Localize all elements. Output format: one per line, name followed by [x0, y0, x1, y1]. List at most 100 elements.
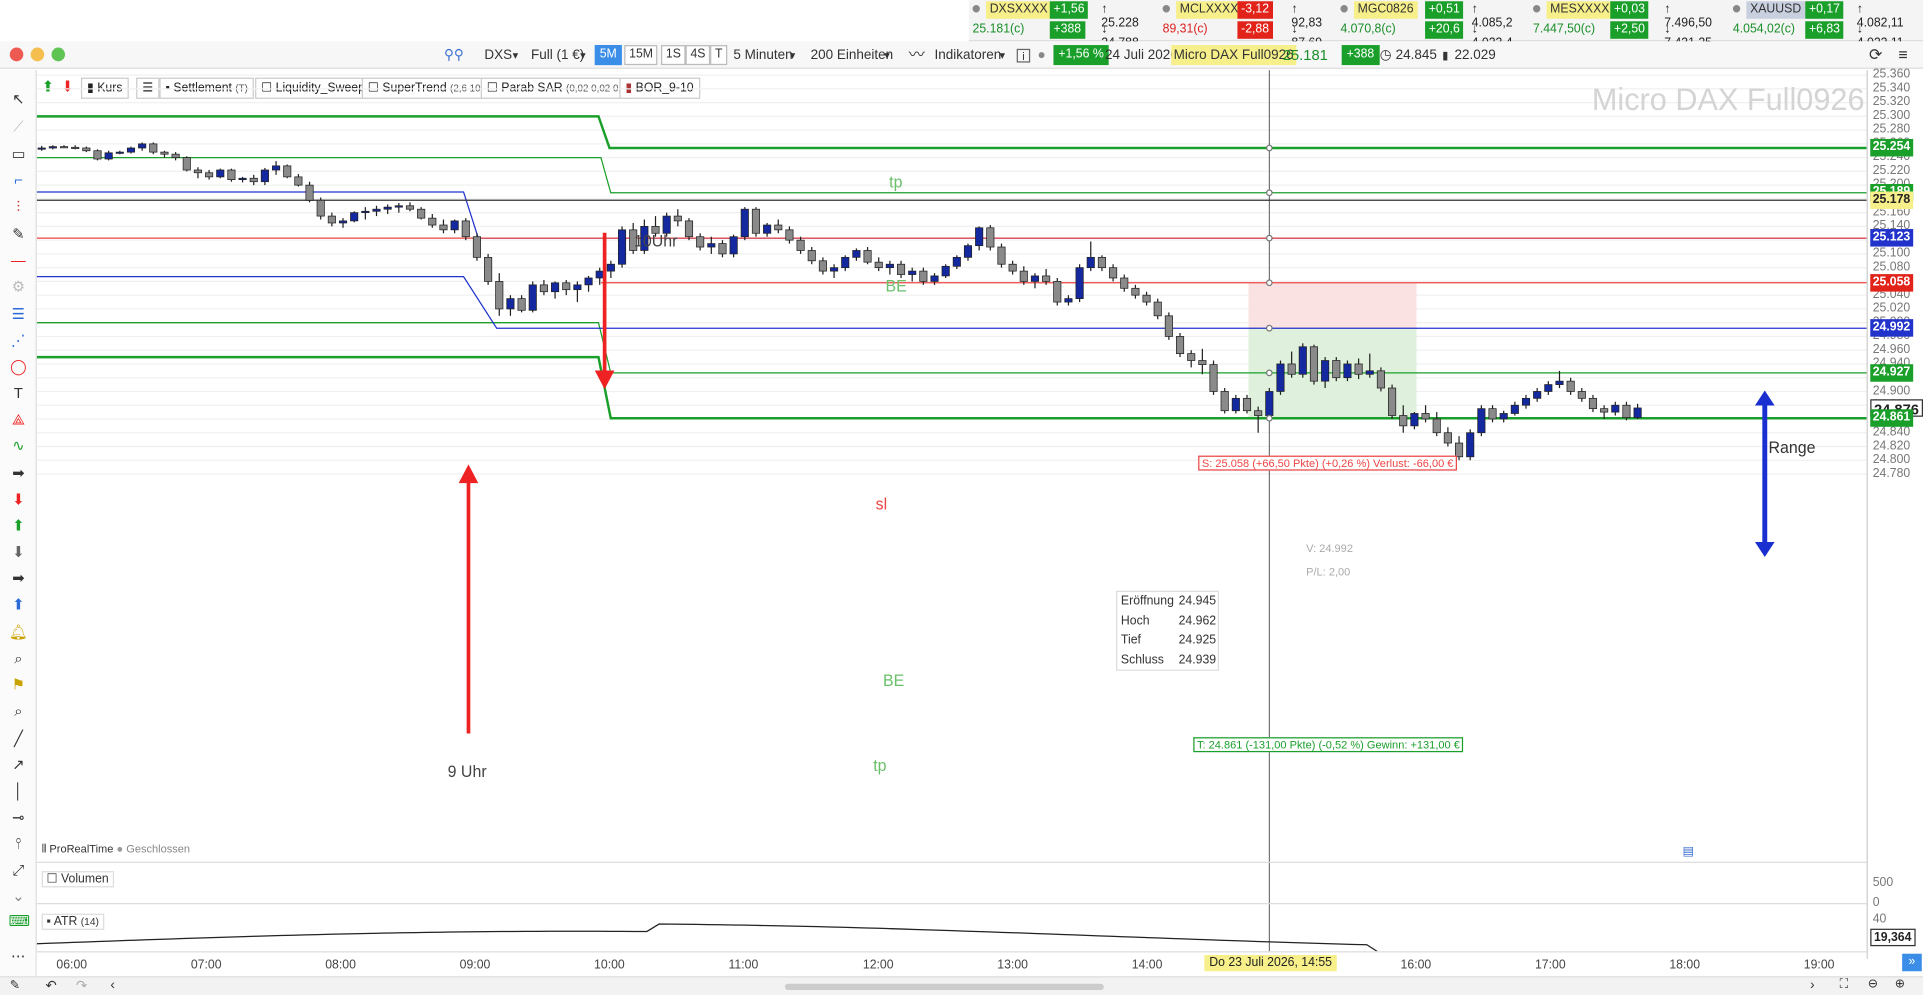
- candle-body: [327, 215, 336, 224]
- more-icon[interactable]: ⋯: [9, 947, 29, 965]
- alert-bell-icon[interactable]: 🔔︎: [9, 623, 29, 641]
- trend-tool-icon[interactable]: ⟋: [9, 118, 29, 136]
- minimize-window-button[interactable]: [30, 47, 45, 62]
- ticker-pct: +0,51 %: [1425, 1, 1464, 34]
- indicators-button[interactable]: Indikatoren: [935, 45, 1002, 65]
- note-icon[interactable]: ▤: [1683, 845, 1695, 859]
- atr-panel-label[interactable]: ▪ ATR (14): [41, 913, 104, 930]
- candle-body: [796, 239, 805, 251]
- redo-icon[interactable]: ↷: [76, 977, 87, 994]
- timeframe-5m-button[interactable]: 5M: [594, 45, 622, 66]
- maximize-window-button[interactable]: [51, 47, 65, 62]
- horizontal-line-icon[interactable]: —: [9, 252, 29, 270]
- ticker-pct: +0,03 %: [1610, 1, 1649, 34]
- pattern-icon[interactable]: ⋰: [9, 332, 29, 350]
- ellipse-icon[interactable]: ◯: [9, 358, 29, 376]
- status-dot-icon: [1162, 5, 1170, 13]
- fit-icon[interactable]: ⛶: [1840, 977, 1849, 991]
- price-tick: 25.220: [1872, 163, 1911, 178]
- cursor-icon[interactable]: ↖: [9, 90, 29, 108]
- price-axis[interactable]: 25.36025.34025.32025.30025.28025.26025.2…: [1866, 68, 1923, 959]
- horizontal-scrollbar[interactable]: [784, 983, 1104, 991]
- candle-body: [528, 284, 537, 311]
- notifications-icon[interactable]: ⌨: [9, 912, 30, 930]
- alert-config-icon[interactable]: ⚑: [9, 676, 29, 694]
- volume-label: Volumen: [61, 872, 109, 887]
- menu-icon[interactable]: ≡: [1898, 45, 1907, 65]
- arrow-up-blue-icon[interactable]: ⬆: [9, 596, 29, 614]
- info-icon[interactable]: i: [1016, 48, 1031, 63]
- arrow-up-icon[interactable]: ⬆: [9, 517, 29, 535]
- candle-body: [272, 165, 281, 171]
- ohlc-open-label: Eröffnung: [1120, 594, 1174, 609]
- candle-body: [986, 227, 995, 248]
- zoom-in-icon[interactable]: ⊕: [1895, 977, 1905, 991]
- undo-icon[interactable]: ↶: [45, 977, 56, 994]
- volume-panel-label[interactable]: ☐ Volumen: [41, 871, 114, 888]
- interval-select[interactable]: 5 Minuten: [733, 45, 792, 65]
- candle-body: [1510, 404, 1519, 414]
- diagonal-segment-icon[interactable]: ⤢: [9, 861, 29, 879]
- time-axis[interactable]: 06:00 07:00 08:00 09:00 10:00 11:00 12:00 13:00…: [36, 951, 1867, 977]
- candle-body: [160, 151, 169, 155]
- close-window-button[interactable]: [9, 47, 24, 62]
- collapse-icon[interactable]: ⌄: [9, 887, 29, 905]
- timeframe-15m-button[interactable]: 15M: [624, 45, 658, 66]
- ray-tool-icon[interactable]: ↗: [9, 756, 29, 774]
- link-icon[interactable]: ⚲⚲: [444, 45, 464, 65]
- indicators-icon[interactable]: 〰: [909, 45, 925, 65]
- arrow-down-icon[interactable]: ⬇: [9, 491, 29, 509]
- instrument-select[interactable]: DXS: [484, 45, 512, 65]
- stop-order-label[interactable]: S: 25.058 (+66,50 Pkte) (+0,26 %) Verlus…: [1198, 455, 1458, 471]
- candle-body: [216, 169, 225, 178]
- ticker-symbol: XAUUSD: [1746, 1, 1805, 19]
- fib-tool-icon[interactable]: ⫶: [9, 198, 29, 216]
- target-order-label[interactable]: T: 24.861 (-131,00 Pkte) (-0,52 %) Gewin…: [1193, 737, 1464, 753]
- scroll-left-icon[interactable]: ‹: [110, 977, 115, 992]
- text-tool-icon[interactable]: T: [9, 384, 29, 402]
- candle-body: [461, 220, 470, 238]
- jump-to-latest-button[interactable]: »: [1902, 953, 1922, 972]
- timeframe-1s-button[interactable]: 1S: [661, 45, 686, 66]
- settings-icon[interactable]: ⚙: [9, 278, 29, 296]
- units-select[interactable]: 200 Einheiten: [811, 45, 894, 65]
- contract-select[interactable]: Full (1 €): [531, 45, 584, 65]
- crosshair-marker: [1266, 324, 1273, 332]
- timeframe-tick-button[interactable]: T: [710, 45, 728, 66]
- ruler-icon[interactable]: ▭: [9, 145, 29, 163]
- status-dot-icon: ●: [116, 842, 124, 855]
- pl-value-label: P/L: 2,00: [1306, 565, 1351, 579]
- zoom-out-icon[interactable]: ⊖: [1868, 977, 1878, 991]
- zoom-in-icon[interactable]: ⌕: [9, 650, 29, 668]
- vertical-line-icon[interactable]: │: [9, 782, 29, 800]
- fib-levels-icon[interactable]: ☰: [9, 305, 29, 323]
- scroll-right-icon[interactable]: ›: [1810, 977, 1815, 992]
- ticker-pct: -3,12 %: [1237, 1, 1273, 34]
- arrow-right-icon[interactable]: ➡: [9, 464, 29, 482]
- arrow-right-black-icon[interactable]: ➡: [9, 569, 29, 587]
- timeframe-4s-button[interactable]: 4S: [685, 45, 711, 66]
- chart-canvas[interactable]: [36, 70, 1867, 959]
- line-tool-icon[interactable]: ╱: [9, 730, 29, 748]
- rectangle-tool-icon[interactable]: ⌐: [9, 171, 29, 189]
- vertical-segment-icon[interactable]: ⫯: [9, 835, 29, 853]
- price-tag: 24.861: [1870, 409, 1913, 428]
- tp-lower-line: [36, 355, 1867, 420]
- price-chart[interactable]: Micro DAX Full0926 tp BE 10Uhr sl Range …: [36, 70, 1867, 959]
- candle-body: [1019, 270, 1028, 282]
- candle-body: [673, 215, 682, 222]
- wave-icon[interactable]: ∿: [9, 437, 29, 455]
- channel-icon[interactable]: ⟁: [9, 411, 29, 429]
- ticker-last: 7.447,50(c): [1533, 22, 1596, 37]
- pencil-icon[interactable]: ✎: [9, 225, 29, 243]
- time-tick: 10:00: [594, 958, 625, 973]
- segment-icon[interactable]: ⊸: [9, 809, 29, 827]
- edit-icon[interactable]: ✎: [10, 979, 20, 993]
- range-label: Range: [1768, 438, 1816, 457]
- candle-body: [138, 143, 147, 149]
- candle-body: [450, 220, 459, 231]
- refresh-icon[interactable]: ⟳: [1869, 45, 1882, 65]
- search-icon[interactable]: ⌕: [9, 702, 29, 720]
- arrow-down-gray-icon[interactable]: ⬇: [9, 543, 29, 561]
- market-state: Geschlossen: [126, 842, 191, 855]
